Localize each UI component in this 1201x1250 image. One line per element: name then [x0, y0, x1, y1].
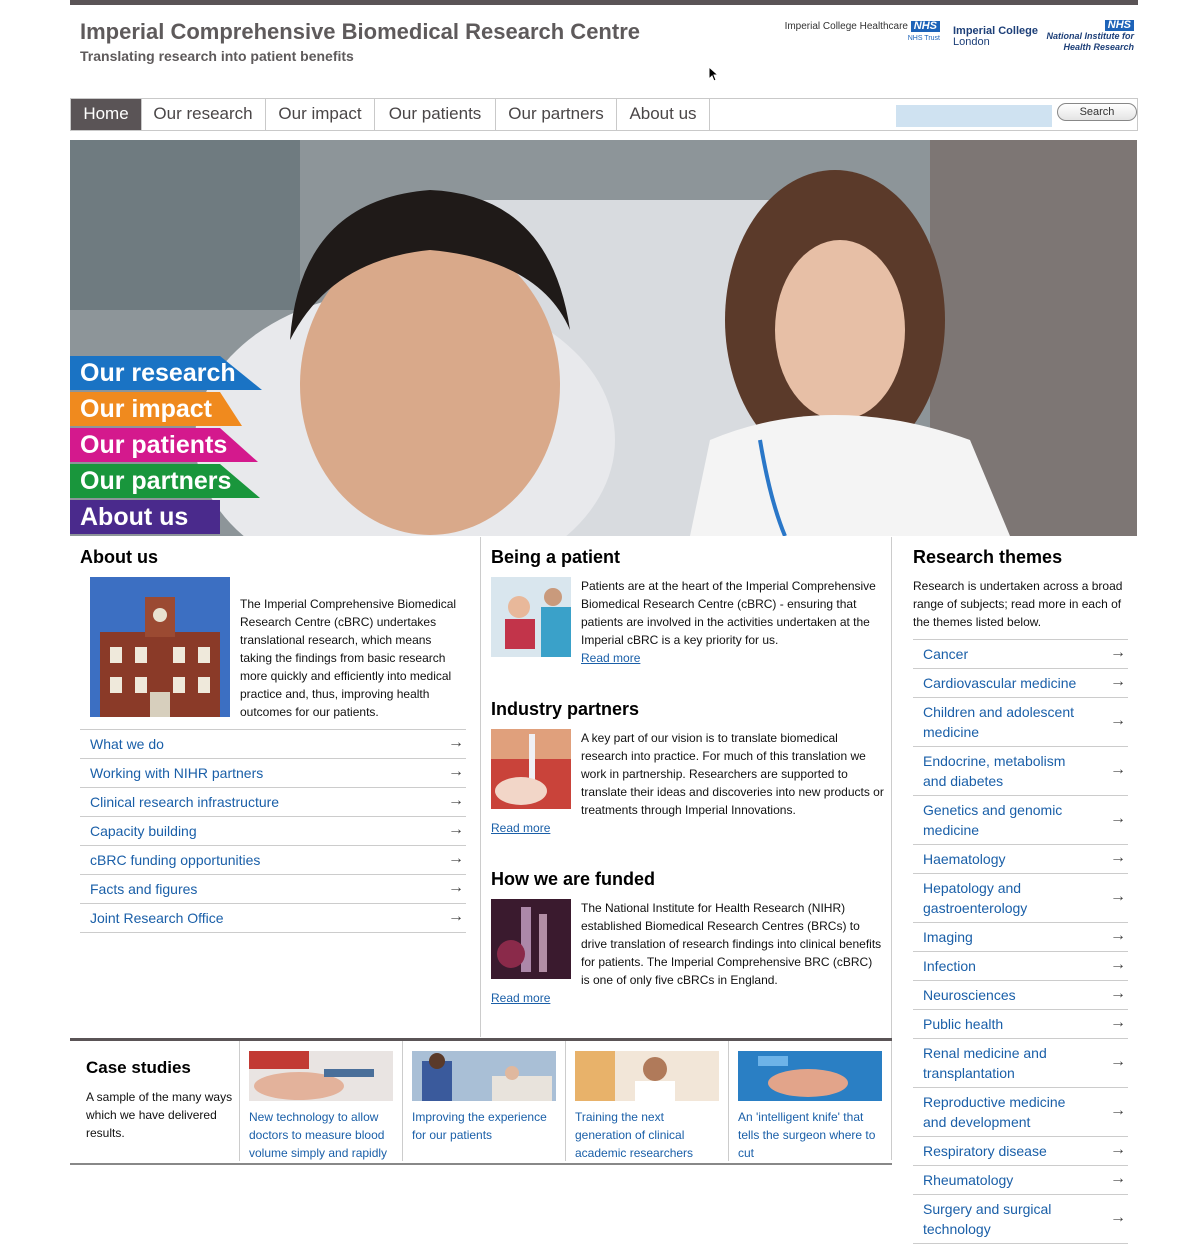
arrow-right-icon: →	[1110, 644, 1126, 661]
theme-link[interactable]: Imaging →	[913, 923, 1128, 952]
main-nav: Home Our research Our impact Our patient…	[70, 98, 1138, 131]
nav-our-partners[interactable]: Our partners	[496, 99, 617, 130]
funded-image	[491, 899, 571, 979]
nav-home[interactable]: Home	[71, 99, 142, 130]
case-study-card[interactable]: New technology to allow doctors to measu…	[249, 1051, 394, 1162]
theme-link[interactable]: Infection →	[913, 952, 1128, 981]
arrow-right-icon: →	[1110, 1170, 1126, 1187]
funded-read-more-link[interactable]: Read more	[491, 991, 550, 1005]
top-bar	[70, 0, 1138, 5]
theme-link[interactable]: Genetics and genomic medicine →	[913, 796, 1128, 845]
case-study-card[interactable]: Training the next generation of clinical…	[575, 1051, 720, 1162]
about-text: The Imperial Comprehensive Biomedical Re…	[240, 597, 457, 719]
theme-link[interactable]: Surgery and surgical technology →	[913, 1195, 1128, 1244]
hero-tab-about-us[interactable]: About us	[70, 500, 220, 534]
theme-link[interactable]: Neurosciences →	[913, 981, 1128, 1010]
case-studies-strip: Case studies A sample of the many ways w…	[70, 1038, 892, 1165]
arrow-right-icon: →	[1110, 985, 1126, 1002]
nav-our-patients[interactable]: Our patients	[375, 99, 496, 130]
link-clinical-infrastructure[interactable]: Clinical research infrastructure →	[80, 788, 466, 817]
arrow-right-icon: →	[1110, 1102, 1126, 1119]
arrow-right-icon: →	[448, 734, 464, 751]
patient-read-more-link[interactable]: Read more	[581, 651, 640, 665]
funded-text: The National Institute for Health Resear…	[581, 901, 882, 987]
link-what-we-do[interactable]: What we do →	[80, 730, 466, 759]
nhs-logo-badge: NHS	[910, 21, 940, 32]
site-title: Imperial Comprehensive Biomedical Resear…	[80, 19, 640, 44]
about-title: About us	[80, 547, 158, 567]
arrow-right-icon: →	[1110, 673, 1126, 690]
case-study-image	[738, 1051, 882, 1101]
arrow-right-icon: →	[1110, 888, 1126, 905]
column-divider	[480, 537, 481, 1037]
link-working-with-nihr[interactable]: Working with NIHR partners →	[80, 759, 466, 788]
hero-tab-our-impact[interactable]: Our impact	[70, 392, 242, 426]
arrow-right-icon: →	[1110, 849, 1126, 866]
hero-banner: Our research Our impact Our patients Our…	[70, 140, 1137, 536]
case-study-image	[412, 1051, 556, 1101]
theme-link[interactable]: Children and adolescent medicine →	[913, 698, 1128, 747]
themes-title: Research themes	[913, 547, 1063, 567]
theme-link[interactable]: Respiratory disease →	[913, 1137, 1128, 1166]
theme-link[interactable]: Haematology →	[913, 845, 1128, 874]
patient-text: Patients are at the heart of the Imperia…	[581, 579, 876, 647]
themes-intro: Research is undertaken across a broad ra…	[913, 579, 1123, 629]
industry-read-more-link[interactable]: Read more	[491, 821, 550, 835]
case-study-image	[575, 1051, 719, 1101]
imperial-healthcare-logo[interactable]: Imperial College Healthcare NHS NHS Trus…	[775, 21, 940, 44]
arrow-right-icon: →	[448, 879, 464, 896]
site-subtitle: Translating research into patient benefi…	[80, 48, 354, 64]
arrow-right-icon: →	[1110, 956, 1126, 973]
industry-title: Industry partners	[491, 699, 640, 719]
nihr-logo[interactable]: NHS National Institute for Health Resear…	[1044, 20, 1134, 53]
patient-title: Being a patient	[491, 547, 621, 567]
about-building-image	[90, 577, 230, 717]
arrow-right-icon: →	[1110, 927, 1126, 944]
mouse-cursor-icon	[708, 66, 720, 82]
theme-link[interactable]: Cardiovascular medicine →	[913, 669, 1128, 698]
link-joint-research-office[interactable]: Joint Research Office →	[80, 904, 466, 933]
nav-about-us[interactable]: About us	[617, 99, 710, 130]
arrow-right-icon: →	[1110, 761, 1126, 778]
arrow-right-icon: →	[448, 850, 464, 867]
patient-image	[491, 577, 571, 657]
case-studies-title: Case studies	[86, 1058, 191, 1077]
arrow-right-icon: →	[448, 821, 464, 838]
case-study-image	[249, 1051, 393, 1101]
link-capacity-building[interactable]: Capacity building →	[80, 817, 466, 846]
arrow-right-icon: →	[1110, 1053, 1126, 1070]
case-studies-intro: A sample of the many ways which we have …	[86, 1090, 233, 1140]
search-button[interactable]: Search	[1057, 103, 1137, 121]
arrow-right-icon: →	[1110, 1014, 1126, 1031]
theme-link[interactable]: Public health →	[913, 1010, 1128, 1039]
imperial-college-logo[interactable]: Imperial College London	[953, 26, 1038, 48]
about-link-list: What we do → Working with NIHR partners → …	[80, 729, 466, 933]
theme-link[interactable]: Reproductive medicine and development →	[913, 1088, 1128, 1137]
arrow-right-icon: →	[1110, 1209, 1126, 1226]
themes-link-list: Cancer → Cardiovascular medicine → Childre…	[913, 639, 1128, 1244]
nav-our-research[interactable]: Our research	[141, 99, 266, 130]
theme-link[interactable]: Cancer →	[913, 640, 1128, 669]
theme-link[interactable]: Endocrine, metabolism and diabetes →	[913, 747, 1128, 796]
case-study-card[interactable]: An 'intelligent knife' that tells the su…	[738, 1051, 883, 1162]
arrow-right-icon: →	[448, 792, 464, 809]
funded-title: How we are funded	[491, 869, 656, 889]
industry-image	[491, 729, 571, 809]
theme-link[interactable]: Hepatology and gastroenterology →	[913, 874, 1128, 923]
arrow-right-icon: →	[1110, 712, 1126, 729]
search-input[interactable]	[896, 105, 1052, 127]
theme-link[interactable]: Rheumatology →	[913, 1166, 1128, 1195]
case-study-card[interactable]: Improving the experience for our patient…	[412, 1051, 557, 1144]
nav-our-impact[interactable]: Our impact	[266, 99, 375, 130]
link-funding-opportunities[interactable]: cBRC funding opportunities →	[80, 846, 466, 875]
link-facts-figures[interactable]: Facts and figures →	[80, 875, 466, 904]
arrow-right-icon: →	[1110, 1141, 1126, 1158]
industry-text: A key part of our vision is to translate…	[581, 731, 884, 817]
arrow-right-icon: →	[448, 908, 464, 925]
arrow-right-icon: →	[1110, 810, 1126, 827]
theme-link[interactable]: Renal medicine and transplantation →	[913, 1039, 1128, 1088]
arrow-right-icon: →	[448, 763, 464, 780]
